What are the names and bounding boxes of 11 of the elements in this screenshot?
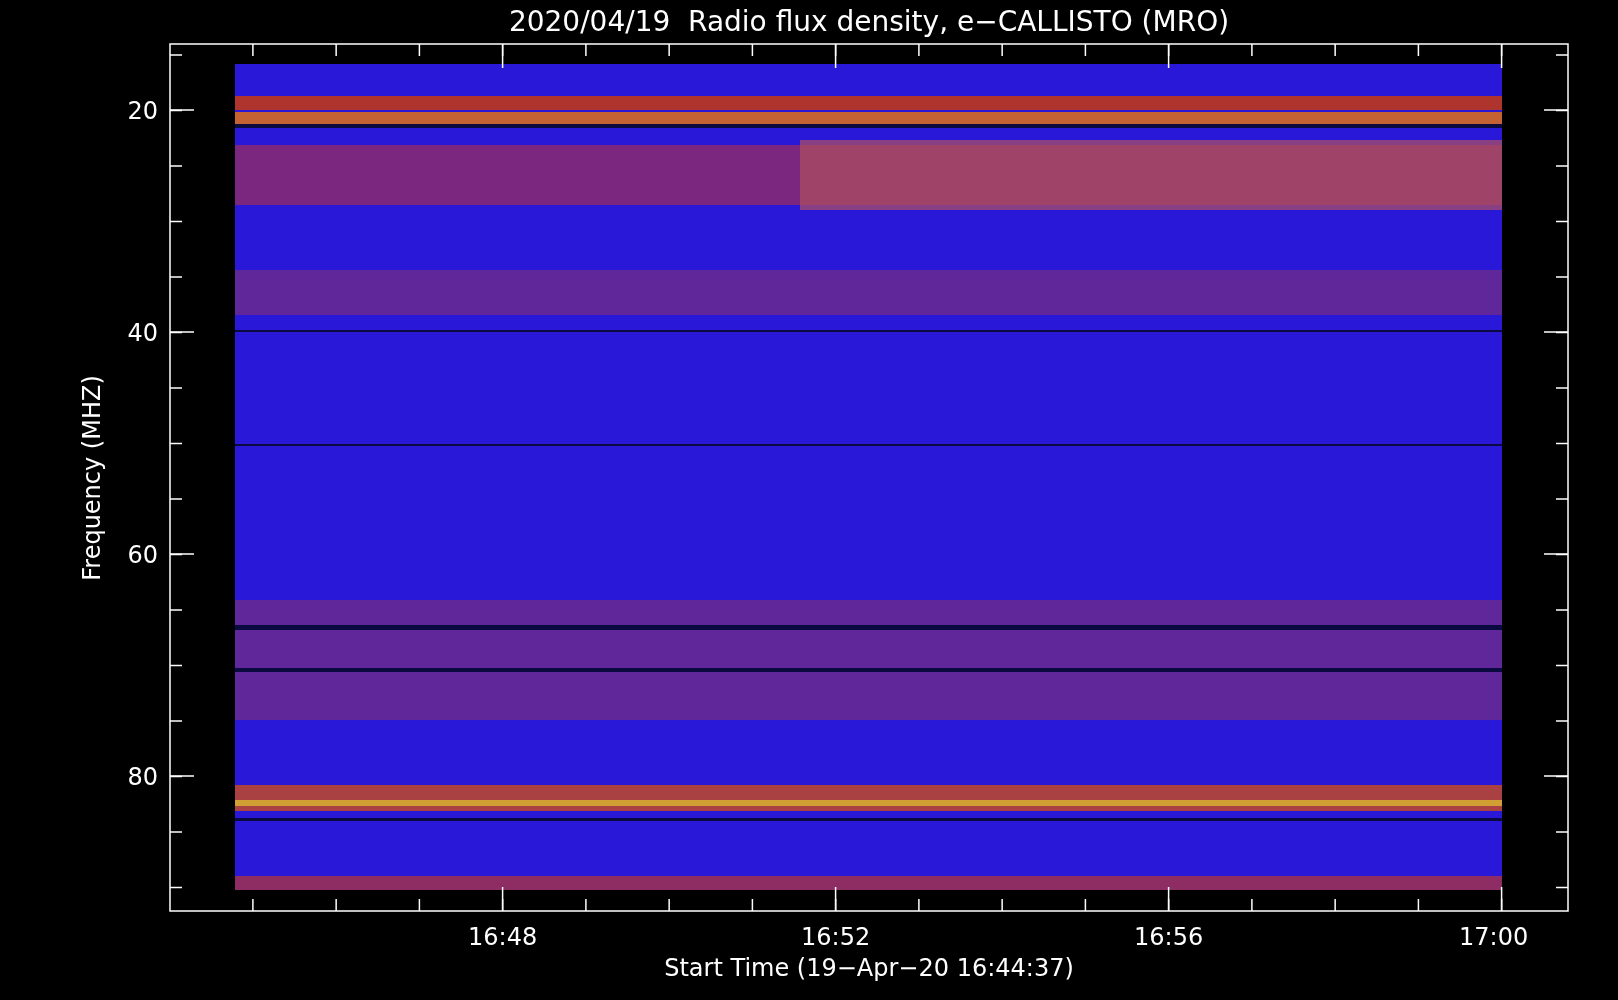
y-tick-label: 40 (127, 319, 158, 347)
x-axis-label: Start Time (19−Apr−20 16:44:37) (664, 954, 1074, 982)
y-axis-label: Frequency (MHZ) (78, 375, 106, 581)
y-tick-label: 60 (127, 541, 158, 569)
x-tick-label: 16:52 (801, 923, 871, 951)
chart-title: 2020/04/19 Radio flux density, e−CALLISTO (MRO) (508, 5, 1230, 38)
y-tick-label: 80 (127, 763, 158, 791)
x-tick-label: 16:48 (468, 923, 538, 951)
y-tick-label: 20 (127, 97, 158, 125)
x-tick-label: 17:00 (1459, 923, 1529, 951)
x-tick-label: 16:56 (1134, 923, 1204, 951)
